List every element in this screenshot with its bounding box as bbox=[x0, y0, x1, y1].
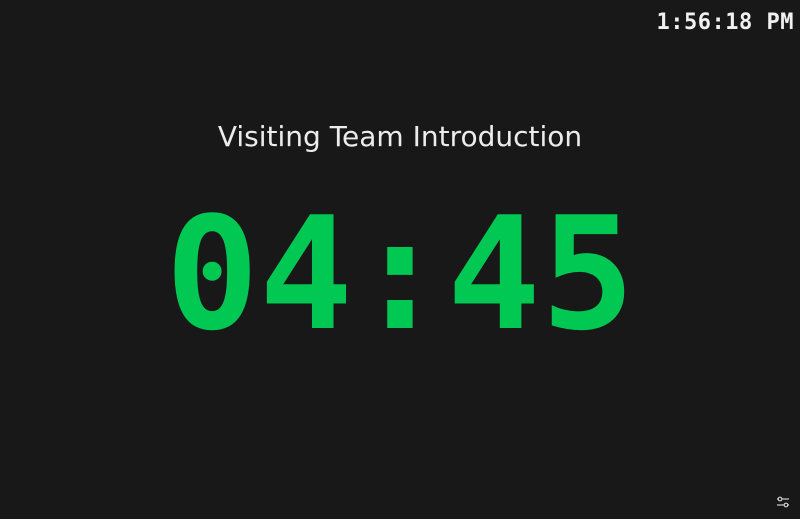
countdown-timer: 04:45 bbox=[165, 183, 635, 365]
timer-screen: 1:56:18 PM Visiting Team Introduction 04… bbox=[0, 0, 800, 519]
settings-button[interactable] bbox=[776, 495, 790, 509]
current-time-clock: 1:56:18 PM bbox=[656, 10, 794, 35]
segment-title: Visiting Team Introduction bbox=[217, 120, 583, 153]
sliders-icon bbox=[777, 496, 789, 508]
